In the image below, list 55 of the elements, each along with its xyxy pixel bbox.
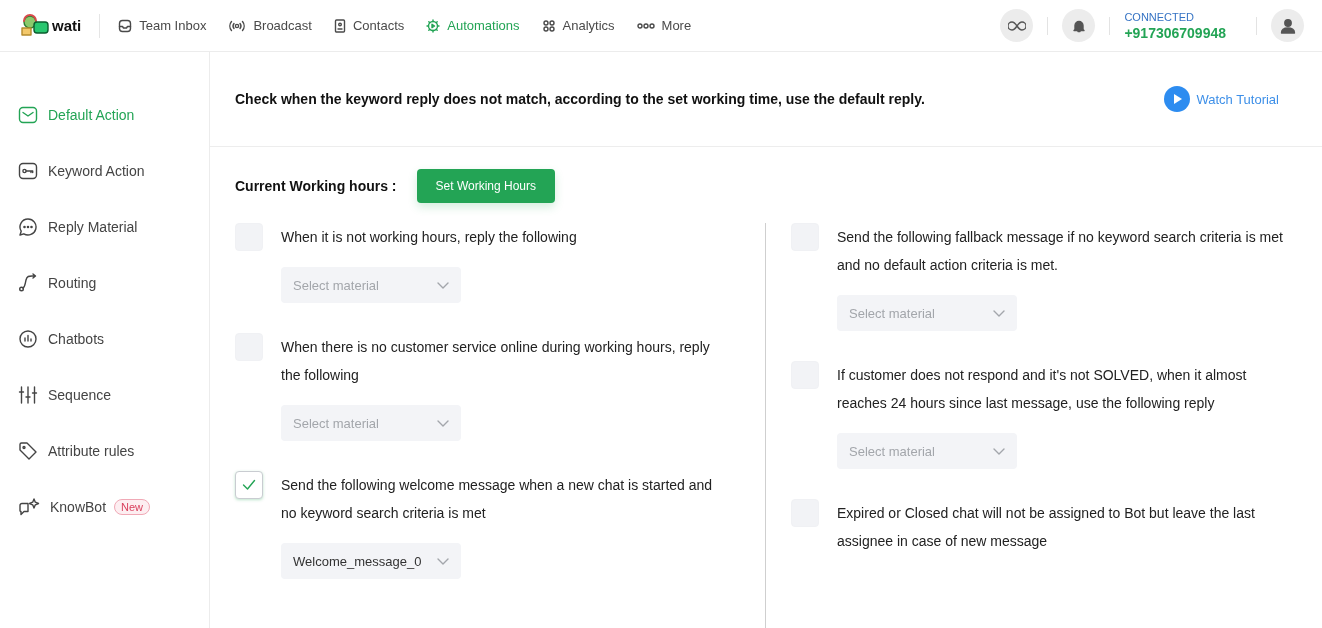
key-icon	[18, 161, 38, 181]
sidebar-item[interactable]: Reply Material	[0, 199, 209, 255]
option-text: When there is no customer service online during working hours, reply the following	[281, 338, 711, 385]
profile-button[interactable]	[1271, 9, 1304, 42]
dots-icon	[636, 21, 655, 30]
nav-tab[interactable]: Analytics	[541, 14, 615, 37]
bell-icon	[1072, 18, 1085, 33]
nav-tab[interactable]: Broadcast	[228, 14, 312, 37]
sidebar-item[interactable]: Keyword Action	[0, 143, 209, 199]
play-icon	[1164, 86, 1191, 112]
chevron-down-icon	[437, 281, 449, 289]
tag-icon	[18, 441, 38, 461]
chevron-down-icon	[993, 447, 1005, 455]
contact-card-icon	[333, 18, 346, 33]
new-badge: New	[114, 499, 151, 515]
chat-sparkle-icon	[18, 497, 40, 517]
envelope-icon	[18, 105, 38, 125]
mascot-logo-icon	[20, 12, 50, 39]
checkbox[interactable]	[235, 471, 263, 499]
phone-number: +917306709948	[1124, 24, 1226, 41]
working-hours-label: Current Working hours :	[235, 178, 397, 194]
logo-text: wati	[52, 17, 82, 34]
route-icon	[18, 273, 38, 293]
sliders-icon	[18, 385, 38, 405]
material-dropdown[interactable]: Welcome_message_0	[281, 543, 461, 579]
gear-icon	[426, 18, 441, 33]
chat-bubble-icon	[18, 217, 38, 237]
sidebar-item[interactable]: Routing	[0, 255, 209, 311]
watch-tutorial-link[interactable]: Watch Tutorial	[1164, 86, 1279, 112]
option-text: Send the following fallback message if no keyword search criteria is met and no default action criteria is met.	[837, 228, 1284, 275]
nav-tab[interactable]: More	[636, 14, 692, 37]
inbox-icon	[118, 18, 133, 33]
option-text: If customer does not respond and it's not SOLVED, when it almost reaches 24 hours since last message, use the following reply	[837, 366, 1248, 413]
chart-circle-icon	[18, 329, 38, 349]
option-text: When it is not working hours, reply the following	[281, 228, 578, 247]
sidebar-item[interactable]: Attribute rules	[0, 423, 209, 479]
broadcast-icon	[228, 18, 247, 33]
infinity-logo-button[interactable]	[1000, 9, 1034, 42]
sidebar-item[interactable]: KnowBot	[0, 479, 115, 535]
chevron-down-icon	[437, 557, 449, 565]
sidebar-item[interactable]: Chatbots	[0, 311, 209, 367]
sidebar-item[interactable]: Sequence	[0, 367, 209, 423]
connection-status: CONNECTED	[1124, 10, 1196, 23]
infinity-icon	[1007, 20, 1026, 31]
person-icon	[1279, 17, 1296, 34]
option-text: Expired or Closed chat will not be assigned to Bot but leave the last assignee in case of new message	[837, 504, 1256, 551]
chevron-down-icon	[993, 309, 1005, 317]
nav-tab[interactable]: Contacts	[333, 14, 405, 37]
notification-button[interactable]	[1062, 9, 1096, 42]
check-icon	[242, 479, 256, 491]
nav-tab[interactable]: Team Inbox	[118, 14, 207, 37]
grid-icon	[541, 18, 556, 33]
option-text: Send the following welcome message when a new chat is started and no keyword search criteria is met	[281, 476, 714, 523]
chevron-down-icon	[437, 419, 449, 427]
description-text: Check when the keyword reply does not match, according to the set working time, use the default reply.	[235, 91, 925, 107]
